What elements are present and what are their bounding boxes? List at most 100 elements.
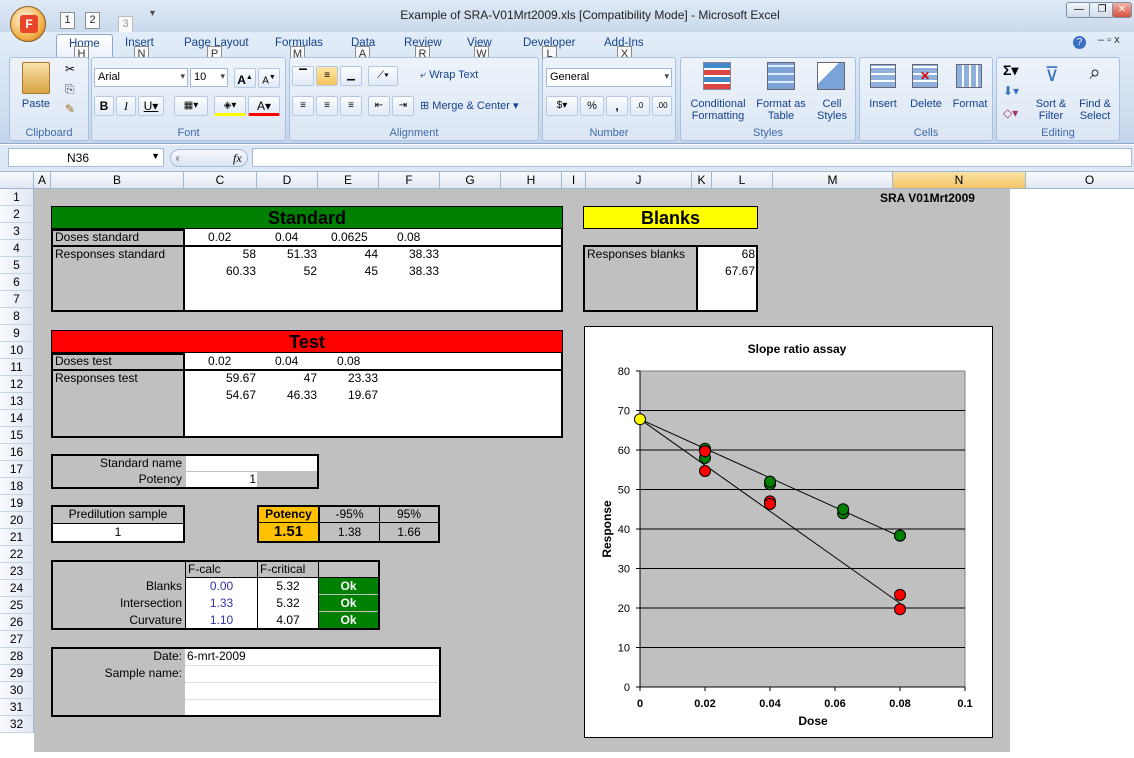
close-button[interactable]: ✕ bbox=[1112, 2, 1132, 18]
standard-response[interactable]: 60.33 bbox=[186, 263, 256, 279]
merge-center-button[interactable]: ⊞ Merge & Center ▾ bbox=[420, 99, 519, 112]
format-cells-icon[interactable] bbox=[956, 64, 982, 88]
format-painter-icon[interactable]: ✎ bbox=[65, 102, 75, 116]
increase-indent-button[interactable]: ⇥ bbox=[392, 96, 414, 116]
align-top-button[interactable]: ▔ bbox=[292, 66, 314, 86]
find-select-button[interactable]: Find & Select bbox=[1073, 98, 1117, 122]
increase-decimal-button[interactable]: .0 bbox=[630, 96, 650, 116]
row-header[interactable]: 26 bbox=[0, 614, 34, 631]
select-all-corner[interactable] bbox=[0, 172, 34, 189]
row-header[interactable]: 13 bbox=[0, 393, 34, 410]
row-header[interactable]: 20 bbox=[0, 512, 34, 529]
insert-function-button[interactable]: fx bbox=[233, 151, 242, 166]
test-dose[interactable]: 0.02 bbox=[208, 353, 231, 369]
predilution-value[interactable]: 1 bbox=[53, 524, 183, 540]
shrink-font-button[interactable]: A▼ bbox=[258, 68, 280, 88]
bold-button[interactable]: B bbox=[94, 96, 114, 116]
column-header[interactable]: H bbox=[501, 172, 562, 189]
ribbon-window-controls[interactable]: – ▫ x bbox=[1098, 34, 1120, 46]
column-header[interactable]: N bbox=[893, 172, 1026, 189]
row-header[interactable]: 21 bbox=[0, 529, 34, 546]
name-box[interactable]: N36 ▼ bbox=[8, 148, 164, 167]
delete-button[interactable]: Delete bbox=[904, 98, 948, 110]
standard-response[interactable]: 44 bbox=[319, 246, 378, 262]
row-header[interactable]: 15 bbox=[0, 427, 34, 444]
column-header[interactable]: J bbox=[586, 172, 692, 189]
standard-dose[interactable]: 0.02 bbox=[208, 229, 231, 245]
formula-input[interactable] bbox=[252, 148, 1132, 167]
cell-styles-button[interactable]: Cell Styles bbox=[809, 98, 855, 122]
row-header[interactable]: 32 bbox=[0, 716, 34, 733]
row-header[interactable]: 23 bbox=[0, 563, 34, 580]
insert-cells-icon[interactable] bbox=[870, 64, 896, 88]
standard-response[interactable]: 38.33 bbox=[380, 263, 439, 279]
qat-keytip-1[interactable]: 1 bbox=[60, 12, 75, 29]
sort-filter-button[interactable]: Sort & Filter bbox=[1031, 98, 1071, 122]
qat-keytip-2[interactable]: 2 bbox=[85, 12, 100, 29]
row-header[interactable]: 27 bbox=[0, 631, 34, 648]
row-header[interactable]: 30 bbox=[0, 682, 34, 699]
column-header[interactable]: I bbox=[562, 172, 586, 189]
row-header[interactable]: 9 bbox=[0, 325, 34, 342]
row-header[interactable]: 1 bbox=[0, 189, 34, 206]
row-header[interactable]: 29 bbox=[0, 665, 34, 682]
decrease-decimal-button[interactable]: .00 bbox=[652, 96, 672, 116]
standard-dose[interactable]: 0.04 bbox=[275, 229, 298, 245]
row-header[interactable]: 14 bbox=[0, 410, 34, 427]
standard-response[interactable]: 58 bbox=[186, 246, 256, 262]
row-header[interactable]: 2 bbox=[0, 206, 34, 223]
test-response[interactable]: 23.33 bbox=[319, 370, 378, 386]
paste-icon[interactable] bbox=[22, 62, 50, 94]
fill-color-button[interactable]: ◈▾ bbox=[214, 96, 246, 116]
row-header[interactable]: 5 bbox=[0, 257, 34, 274]
row-header[interactable]: 17 bbox=[0, 461, 34, 478]
standard-response[interactable]: 38.33 bbox=[380, 246, 439, 262]
align-center-button[interactable]: ≡ bbox=[316, 96, 338, 116]
blanks-value[interactable]: 68 bbox=[699, 246, 755, 262]
help-icon[interactable]: ? bbox=[1073, 36, 1086, 49]
row-header[interactable]: 18 bbox=[0, 478, 34, 495]
orientation-button[interactable]: ⟋▾ bbox=[368, 66, 398, 86]
column-header[interactable]: O bbox=[1026, 172, 1134, 189]
test-dose[interactable]: 0.04 bbox=[275, 353, 298, 369]
decrease-indent-button[interactable]: ⇤ bbox=[368, 96, 390, 116]
row-header[interactable]: 31 bbox=[0, 699, 34, 716]
column-header[interactable]: G bbox=[440, 172, 501, 189]
number-format-select[interactable]: General bbox=[546, 68, 672, 87]
row-header[interactable]: 4 bbox=[0, 240, 34, 257]
date-value[interactable]: 6-mrt-2009 bbox=[187, 648, 246, 664]
row-header[interactable]: 8 bbox=[0, 308, 34, 325]
percent-button[interactable]: % bbox=[580, 96, 604, 116]
qat-customize-icon[interactable]: ▾ bbox=[150, 8, 155, 19]
row-header[interactable]: 12 bbox=[0, 376, 34, 393]
standard-potency-value[interactable]: 1 bbox=[186, 471, 256, 487]
column-header[interactable]: K bbox=[692, 172, 712, 189]
row-header[interactable]: 10 bbox=[0, 342, 34, 359]
blanks-value[interactable]: 67.67 bbox=[699, 263, 755, 279]
align-right-button[interactable]: ≡ bbox=[340, 96, 362, 116]
standard-response[interactable]: 52 bbox=[258, 263, 317, 279]
test-response[interactable]: 19.67 bbox=[319, 387, 378, 403]
row-header[interactable]: 7 bbox=[0, 291, 34, 308]
column-header[interactable]: M bbox=[773, 172, 893, 189]
column-header[interactable]: D bbox=[257, 172, 318, 189]
sort-filter-icon[interactable]: ⊽ bbox=[1039, 62, 1065, 90]
italic-button[interactable]: I bbox=[116, 96, 136, 116]
row-header[interactable]: 22 bbox=[0, 546, 34, 563]
conditional-formatting-button[interactable]: Conditional Formatting bbox=[683, 98, 753, 122]
insert-button[interactable]: Insert bbox=[862, 98, 904, 110]
standard-dose[interactable]: 0.0625 bbox=[331, 229, 368, 245]
autosum-icon[interactable]: Σ▾ bbox=[1003, 62, 1018, 79]
font-name-select[interactable]: Arial bbox=[94, 68, 188, 87]
test-response[interactable]: 59.67 bbox=[186, 370, 256, 386]
column-header[interactable]: A bbox=[34, 172, 51, 189]
format-button[interactable]: Format bbox=[948, 98, 992, 110]
format-as-table-icon[interactable] bbox=[767, 62, 795, 90]
row-header[interactable]: 19 bbox=[0, 495, 34, 512]
column-header[interactable]: L bbox=[712, 172, 773, 189]
delete-cells-icon[interactable]: ✕ bbox=[912, 64, 938, 88]
row-header[interactable]: 6 bbox=[0, 274, 34, 291]
test-response[interactable]: 46.33 bbox=[258, 387, 317, 403]
paste-button[interactable]: Paste bbox=[16, 98, 56, 110]
clear-icon[interactable]: ◇▾ bbox=[1003, 106, 1018, 120]
